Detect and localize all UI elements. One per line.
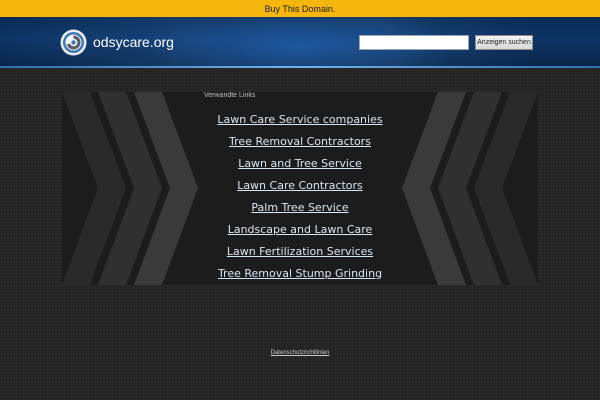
search-button[interactable]: Anzeigen suchen: [475, 35, 533, 50]
related-link[interactable]: Palm Tree Service: [251, 201, 348, 214]
search-input[interactable]: [359, 35, 469, 50]
list-item: Tree Removal Contractors: [150, 130, 450, 152]
list-item: Palm Tree Service: [150, 196, 450, 218]
buy-domain-link[interactable]: Buy This Domain.: [265, 4, 336, 14]
related-link[interactable]: Tree Removal Stump Grinding: [218, 267, 382, 280]
list-item: Tree Removal Stump Grinding: [150, 262, 450, 284]
related-links-title: Verwandte Links: [204, 92, 256, 99]
site-name[interactable]: odsycare.org: [93, 34, 174, 50]
related-link[interactable]: Lawn and Tree Service: [238, 157, 362, 170]
site-logo-icon[interactable]: [60, 29, 87, 56]
privacy-policy-link[interactable]: Datenschutzrichtlinien: [271, 350, 330, 356]
footer: Datenschutzrichtlinien: [0, 339, 600, 358]
list-item: Lawn and Tree Service: [150, 152, 450, 174]
related-links-list: Lawn Care Service companies Tree Removal…: [150, 108, 450, 284]
related-link[interactable]: Lawn Fertilization Services: [227, 245, 373, 258]
site-header: odsycare.org Anzeigen suchen: [0, 17, 600, 66]
list-item: Lawn Fertilization Services: [150, 240, 450, 262]
related-link[interactable]: Lawn Care Contractors: [237, 179, 363, 192]
related-link[interactable]: Tree Removal Contractors: [229, 135, 371, 148]
related-link[interactable]: Lawn Care Service companies: [217, 113, 382, 126]
related-link[interactable]: Landscape and Lawn Care: [228, 223, 373, 236]
list-item: Lawn Care Contractors: [150, 174, 450, 196]
header-divider: [0, 66, 600, 68]
list-item: Landscape and Lawn Care: [150, 218, 450, 240]
buy-domain-banner: Buy This Domain.: [0, 0, 600, 17]
list-item: Lawn Care Service companies: [150, 108, 450, 130]
